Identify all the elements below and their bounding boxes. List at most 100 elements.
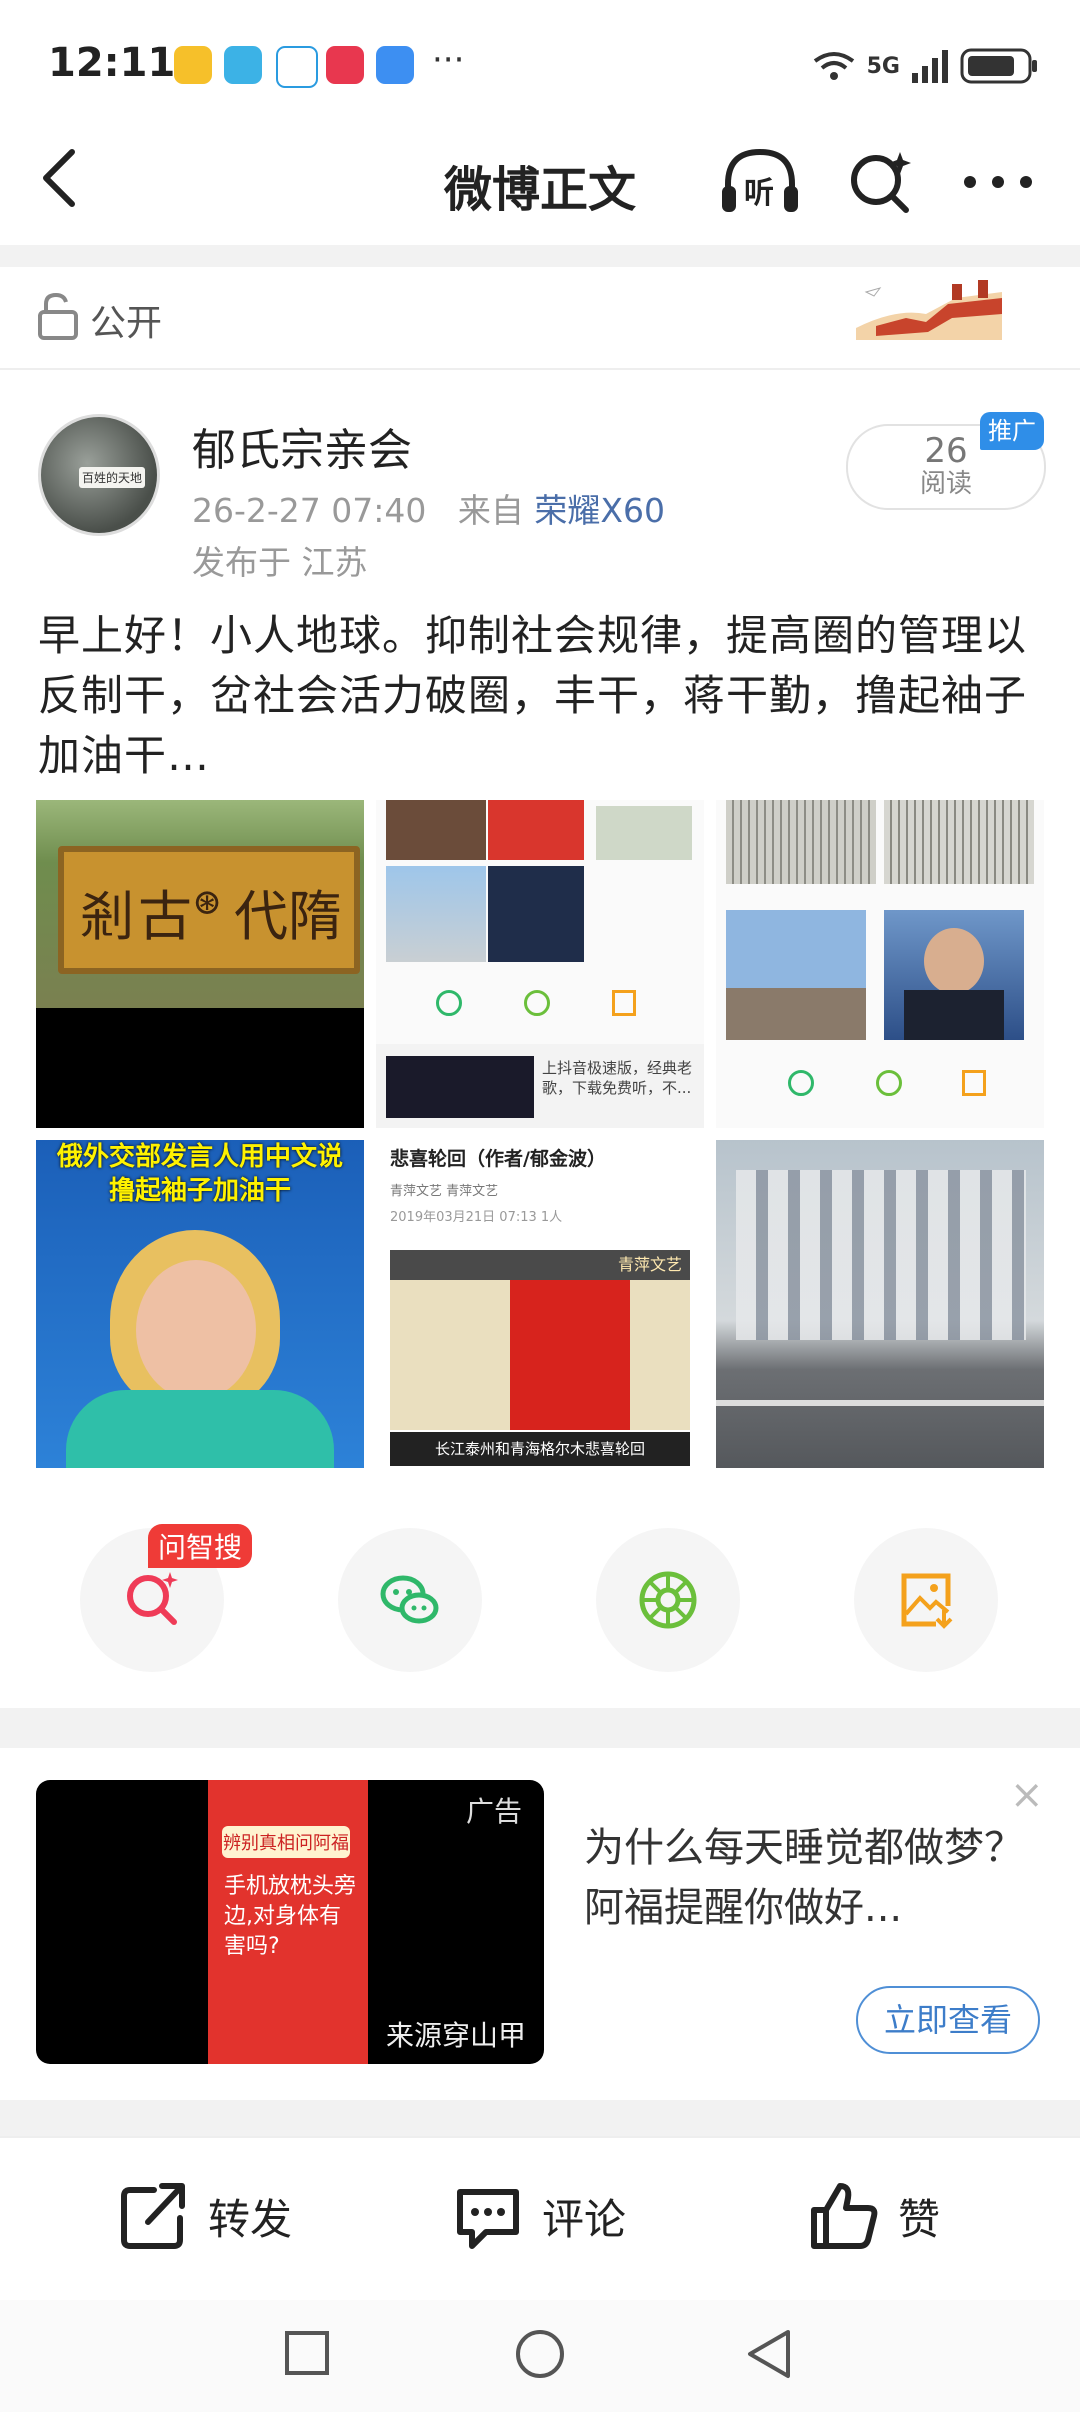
ad-poster-title: 辨别真相问阿福 (222, 1826, 350, 1858)
moments-mini-icon (876, 1070, 902, 1096)
screenshot-thumb (488, 866, 584, 962)
building (736, 1170, 1026, 1340)
save-mini-icon (612, 990, 636, 1016)
listen-label: 听 (744, 176, 774, 211)
repost-button[interactable]: 转发 (118, 2180, 292, 2252)
screenshot-thumb (488, 800, 584, 860)
weibo-app-icon (174, 46, 212, 84)
speaker-jacket (66, 1390, 334, 1468)
article-footer: 长江泰州和青海格尔木悲喜轮回 (390, 1432, 690, 1466)
section-gap (0, 245, 1080, 267)
post-image-2[interactable]: 上抖音极速版，经典老歌，下载免费听，不... (376, 800, 704, 1128)
recents-icon[interactable] (284, 2330, 330, 2376)
wechat-icon (380, 1575, 439, 1624)
more-menu-icon[interactable] (960, 162, 1036, 202)
document-photo (726, 800, 876, 884)
sign-photo: 剎 古 ⊛ 代 隋 (36, 800, 364, 1008)
post-image-6[interactable] (716, 1140, 1044, 1468)
wifi-icon (813, 52, 854, 80)
divider (0, 368, 1080, 370)
plaque-emblem: ⊛ (192, 882, 223, 923)
share-moments-button[interactable] (596, 1528, 740, 1672)
wechat-mini-icon (436, 990, 462, 1016)
repost-label: 转发 (208, 2194, 293, 2244)
suit (904, 990, 1004, 1040)
battery-icon (960, 48, 1037, 84)
plaque-char-2: 古 (138, 885, 192, 948)
comment-button[interactable]: 评论 (452, 2180, 626, 2252)
post-image-1[interactable]: 剎 古 ⊛ 代 隋 (36, 800, 364, 1128)
screenshot-thumb (386, 866, 486, 962)
screenshot-thumb (386, 800, 486, 860)
street-photo (726, 910, 866, 1040)
close-icon[interactable]: × (1010, 1772, 1044, 1818)
unlock-icon (38, 292, 78, 340)
signal-icon (912, 50, 948, 83)
book-app-icon (224, 46, 262, 84)
moments-icon (639, 1571, 697, 1629)
ad-image[interactable]: 辨别真相问阿福 手机放枕头旁边,对身体有害吗? 广告 来源穿山甲 (36, 1780, 544, 2064)
ad-source: 来源穿山甲 (385, 2019, 526, 2052)
share-wechat-button[interactable] (338, 1528, 482, 1672)
embedded-ad: 上抖音极速版，经典老歌，下载免费听，不... (376, 1044, 704, 1128)
wechat-mini-icon (788, 1070, 814, 1096)
mobile-app-icon (276, 46, 318, 88)
thumbs-up-icon (811, 2183, 878, 2249)
post-image-3[interactable] (716, 800, 1044, 1128)
visibility-label: 公开 (90, 303, 163, 344)
device-link[interactable]: 荣耀X60 (534, 491, 665, 530)
like-button[interactable]: 赞 (808, 2180, 940, 2252)
ad-poster-body: 手机放枕头旁边,对身体有害吗? (224, 1874, 357, 1959)
screenshot-thumb (596, 806, 692, 860)
ad-headline[interactable]: 为什么每天睡觉都做梦？阿福提醒你做好... (584, 1818, 1024, 1938)
save-mini-icon (962, 1070, 986, 1096)
avatar[interactable]: 百姓的天地 (38, 414, 160, 536)
source-prefix: 来自 (457, 491, 524, 530)
save-image-icon (901, 1573, 953, 1629)
article-date: 2019年03月21日 07:13 1人 (390, 1210, 563, 1225)
read-label: 阅读 (919, 469, 972, 499)
view-now-button[interactable]: 立即查看 (856, 1986, 1040, 2054)
post-body-text[interactable]: 早上好！小人地球。抑制社会规律，提高圈的管理以反制干，岔社会活力破圈，丰干，蒋干… (38, 606, 1048, 786)
post-image-5[interactable]: 悲喜轮回（作者/郁金波） 青萍文艺 青萍文艺 2019年03月21日 07:13… (376, 1140, 704, 1468)
ad-tag: 广告 (465, 1795, 522, 1828)
more-notifications-icon: ··· (432, 40, 465, 80)
poster-red (510, 1280, 630, 1430)
post-image-4[interactable]: 俄外交部发言人用中文说 撸起袖子加油干 (36, 1140, 364, 1468)
plaque-char-3: 代 (234, 885, 288, 948)
listen-button[interactable]: 听 (718, 146, 802, 216)
ad-poster: 辨别真相问阿福 手机放枕头旁边,对身体有害吗? (208, 1780, 368, 2064)
document-photo (884, 800, 1034, 884)
save-image-button[interactable] (854, 1528, 998, 1672)
article-banner: 青萍文艺 (390, 1250, 690, 1280)
ai-search-icon (127, 1572, 178, 1625)
page-title: 微博正文 (443, 162, 636, 218)
caption-line-1: 俄外交部发言人用中文说 (56, 1142, 343, 1172)
promo-badge: 推广 (980, 412, 1044, 450)
network-type: 5G (866, 53, 900, 79)
great-wall-decoration-icon (856, 280, 1002, 340)
stone-plaque: 剎 古 ⊛ 代 隋 (58, 846, 360, 974)
plaque-char-1: 剎 (80, 885, 134, 948)
like-label: 赞 (898, 2194, 941, 2244)
article-meta: 青萍文艺 青萍文艺 (390, 1184, 499, 1199)
avatar-text: 百姓的天地 (79, 467, 146, 488)
caption-line-2: 撸起袖子加油干 (108, 1176, 291, 1206)
poster (390, 1280, 690, 1430)
post-timestamp: 26-2-27 07:40 (192, 491, 427, 530)
section-gap (0, 1708, 1080, 1748)
portrait-photo (884, 910, 1024, 1040)
section-gap (0, 2100, 1080, 2136)
post-location: 发布于 江苏 (192, 543, 368, 582)
plaque-char-4: 隋 (288, 885, 342, 948)
nav-back-icon[interactable] (744, 2328, 794, 2380)
system-icons: 5G (811, 44, 1040, 88)
search-sparkle-icon[interactable] (846, 148, 916, 218)
message-app-icon (376, 46, 414, 84)
author-name[interactable]: 郁氏宗亲会 (192, 414, 412, 478)
ad-thumb (386, 1056, 534, 1118)
comment-label: 评论 (542, 2194, 627, 2244)
face (924, 928, 984, 994)
video-caption: 俄外交部发言人用中文说 撸起袖子加油干 (36, 1140, 364, 1214)
home-icon[interactable] (514, 2328, 566, 2380)
